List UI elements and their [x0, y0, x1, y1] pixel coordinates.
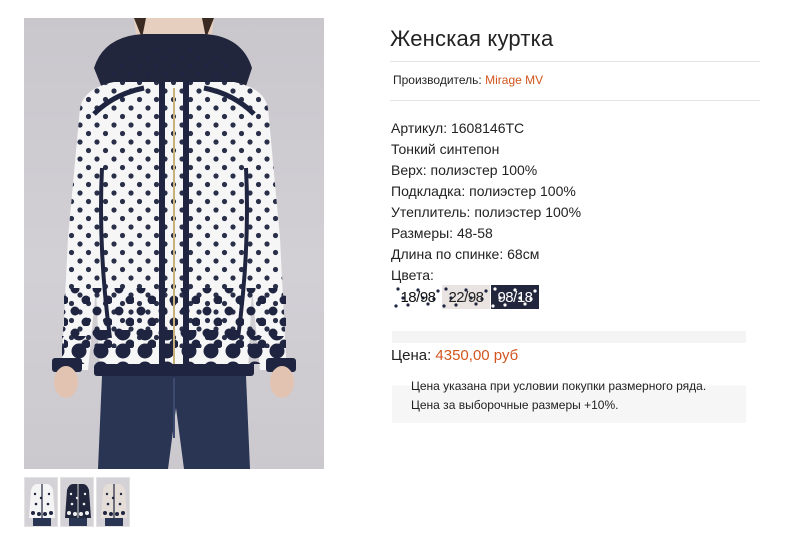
price-row: Цена: 4350,00 руб	[391, 347, 518, 364]
product-main-image[interactable]	[24, 18, 324, 469]
white-jacket-thumb-icon	[25, 478, 57, 526]
spec-back-length: Длина по спинке: 68см	[391, 246, 540, 262]
color-swatch-label: 22/98	[448, 288, 484, 306]
spec-insulation-type: Тонкий синтепон	[391, 141, 500, 157]
product-title: Женская куртка	[390, 26, 554, 51]
manufacturer-row: Производитель: Mirage MV	[393, 73, 543, 87]
price-note-selective: Цена за выборочные размеры +10%.	[411, 398, 619, 412]
color-swatch-98-18[interactable]: 98/18	[491, 285, 539, 309]
spec-sizes: Размеры: 48-58	[391, 225, 493, 241]
divider	[390, 61, 760, 62]
beige-jacket-thumb-icon	[97, 478, 129, 526]
spec-article: Артикул: 1608146ТС	[391, 120, 525, 136]
price-value: 4350,00 руб	[435, 347, 519, 364]
jacket-illustration	[52, 18, 296, 469]
price-note-bulk: Цена указана при условии покупки размерн…	[411, 379, 707, 393]
spec-outer-material: Верх: полиэстер 100%	[391, 162, 538, 178]
price-label: Цена:	[391, 347, 432, 364]
navy-jacket-thumb-icon	[61, 478, 93, 526]
divider	[390, 100, 760, 101]
spec-colors-label: Цвета:	[391, 267, 434, 283]
spec-lining: Подкладка: полиэстер 100%	[391, 183, 576, 199]
thumbnail-navy-jacket[interactable]	[60, 477, 94, 527]
color-swatch-18-98[interactable]: 18/98	[394, 285, 442, 309]
manufacturer-link[interactable]: Mirage MV	[485, 73, 543, 87]
thumbnail-beige-jacket[interactable]	[96, 477, 130, 527]
color-swatch-label: 98/18	[497, 288, 533, 306]
spec-filling: Утеплитель: полиэстер 100%	[391, 204, 582, 220]
product-specs: Артикул: 1608146ТС Тонкий синтепон Верх:…	[391, 118, 581, 286]
color-swatch-22-98[interactable]: 22/98	[442, 285, 490, 309]
color-swatch-label: 18/98	[400, 288, 436, 306]
thumbnail-white-jacket[interactable]	[24, 477, 58, 527]
separator-bar	[392, 331, 746, 343]
manufacturer-label: Производитель:	[393, 73, 482, 87]
